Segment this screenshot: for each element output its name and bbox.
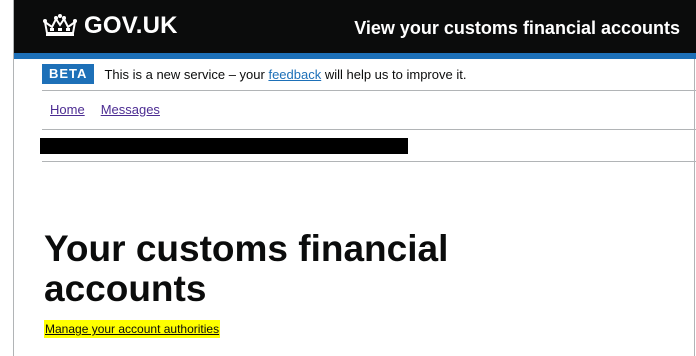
- govuk-header: GOV.UK View your customs financial accou…: [14, 0, 696, 53]
- beta-tag: BETA: [42, 64, 95, 84]
- page-title: Your customs financial accounts: [44, 228, 449, 309]
- manage-authorities-link[interactable]: Manage your account authorities: [44, 320, 221, 338]
- crown-icon: [42, 13, 78, 39]
- phase-text-before: This is a new service – your: [104, 66, 269, 82]
- feedback-link[interactable]: feedback: [268, 67, 321, 82]
- phase-text: This is a new service – your feedback wi…: [104, 67, 466, 82]
- page-frame: GOV.UK View your customs financial accou…: [0, 0, 696, 356]
- service-navigation: Home Messages: [50, 102, 160, 117]
- nav-messages-link[interactable]: Messages: [101, 102, 160, 117]
- divider: [42, 161, 696, 162]
- phase-text-after: will help us to improve it.: [321, 66, 467, 82]
- divider: [42, 90, 696, 91]
- nav-home-link[interactable]: Home: [50, 102, 85, 117]
- govuk-logo-link[interactable]: GOV.UK: [42, 12, 178, 40]
- service-name[interactable]: View your customs financial accounts: [354, 16, 680, 40]
- govuk-logo-text: GOV.UK: [84, 12, 178, 39]
- phase-banner: BETA This is a new service – your feedba…: [42, 64, 466, 84]
- divider: [42, 129, 696, 130]
- redacted-block: [40, 138, 408, 154]
- header-accent-bar: [14, 53, 696, 59]
